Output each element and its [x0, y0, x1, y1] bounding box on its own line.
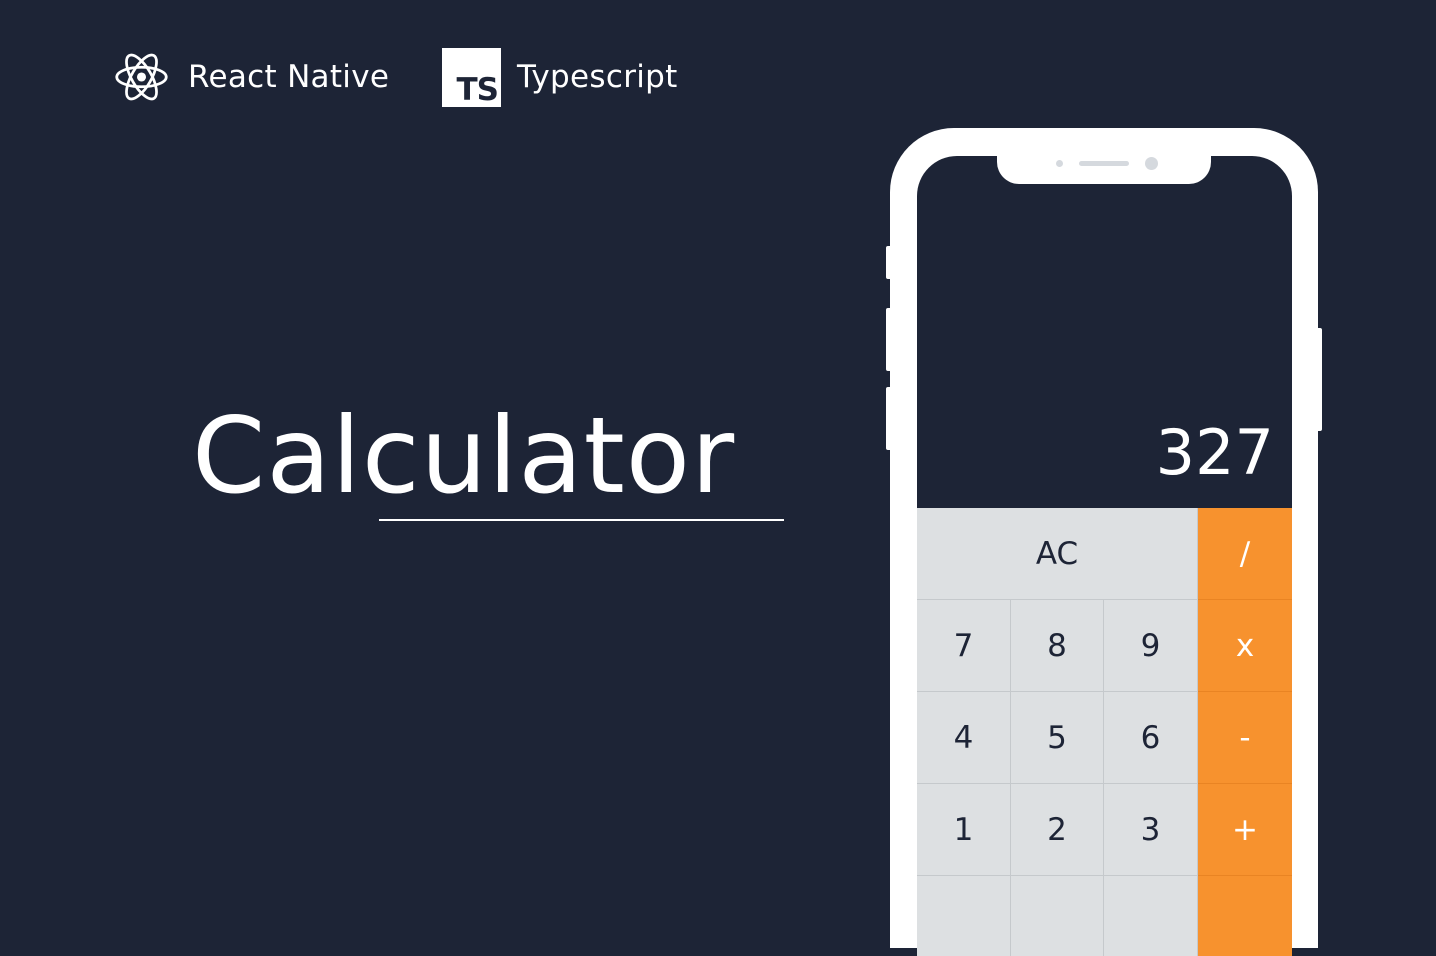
bottom-row-key[interactable]: [1104, 876, 1198, 956]
front-camera: [1145, 157, 1158, 170]
digit-6-button[interactable]: 6: [1104, 692, 1198, 784]
phone-volume-up-button: [886, 308, 892, 371]
bottom-row-key[interactable]: [1011, 876, 1104, 956]
digit-9-button[interactable]: 9: [1104, 600, 1198, 692]
equals-button[interactable]: [1198, 876, 1292, 956]
react-native-label: React Native: [188, 59, 390, 95]
typescript-badge: TS Typescript: [442, 47, 678, 108]
phone-notch: [997, 156, 1211, 184]
typescript-logo-text: TS: [456, 71, 499, 108]
page-title: Calculator: [192, 395, 736, 517]
sensor-dot: [1056, 160, 1063, 167]
title-underline: [379, 519, 784, 521]
calculator-keypad: AC / 7 8 9 x 4 5 6 - 1 2 3 +: [917, 508, 1292, 956]
divide-button[interactable]: /: [1198, 508, 1292, 600]
digit-3-button[interactable]: 3: [1104, 784, 1198, 876]
phone-screen: 327 AC / 7 8 9 x 4 5 6 - 1 2 3 +: [917, 156, 1292, 956]
digit-5-button[interactable]: 5: [1011, 692, 1104, 784]
bottom-row-key[interactable]: [917, 876, 1011, 956]
add-button[interactable]: +: [1198, 784, 1292, 876]
phone-power-button: [1316, 328, 1322, 431]
clear-button[interactable]: AC: [917, 508, 1198, 600]
earpiece-speaker: [1079, 161, 1129, 166]
react-atom-icon: [115, 53, 168, 101]
digit-4-button[interactable]: 4: [917, 692, 1011, 784]
phone-mute-switch: [886, 246, 892, 279]
subtract-button[interactable]: -: [1198, 692, 1292, 784]
react-native-badge: React Native: [114, 48, 389, 106]
calculator-display: 327: [1155, 416, 1274, 489]
phone-volume-down-button: [886, 387, 892, 450]
digit-7-button[interactable]: 7: [917, 600, 1011, 692]
digit-8-button[interactable]: 8: [1011, 600, 1104, 692]
typescript-label: Typescript: [517, 59, 678, 95]
phone-mockup: 327 AC / 7 8 9 x 4 5 6 - 1 2 3 +: [886, 128, 1322, 956]
multiply-button[interactable]: x: [1198, 600, 1292, 692]
digit-2-button[interactable]: 2: [1011, 784, 1104, 876]
digit-1-button[interactable]: 1: [917, 784, 1011, 876]
typescript-logo-icon: TS: [442, 47, 501, 108]
